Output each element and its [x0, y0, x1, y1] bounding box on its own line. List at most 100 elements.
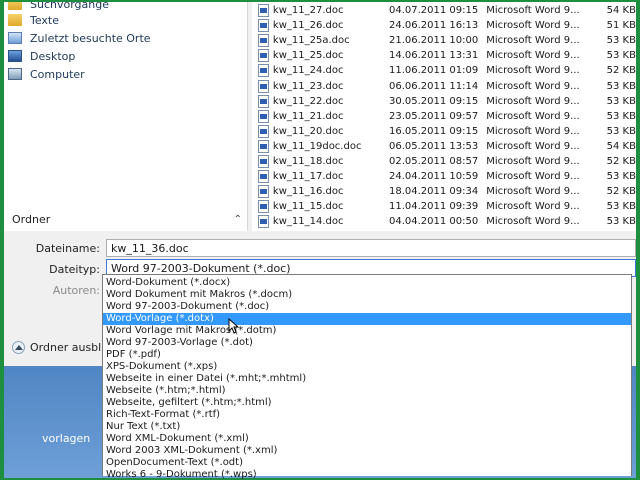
filetype-option[interactable]: Webseite (*.htm;*.html)	[103, 385, 631, 397]
word-document-icon	[258, 64, 269, 78]
filetype-option[interactable]: Rich-Text-Format (*.rtf)	[103, 409, 631, 421]
file-name: kw_11_15.doc	[272, 201, 344, 213]
file-row[interactable]: kw_11_25a.doc 21.06.2011 10:00 Microsoft W…	[252, 33, 636, 48]
filetype-option[interactable]: XPS-Dokument (*.xps)	[103, 361, 631, 373]
file-date: 04.04.2011 00:50	[388, 216, 479, 228]
file-date: 04.07.2011 09:15	[388, 5, 479, 16]
file-date: 16.05.2011 09:15	[388, 125, 479, 137]
file-name: kw_11_14.doc	[272, 216, 344, 228]
file-date: 06.05.2011 13:53	[388, 140, 479, 152]
nav-item-desktop[interactable]: Desktop	[8, 47, 75, 65]
search-folder-icon	[8, 2, 22, 10]
word-document-icon	[258, 34, 269, 48]
file-row[interactable]: kw_11_24.doc 11.06.2011 01:09 Microsoft Wo…	[252, 63, 636, 78]
file-date: 06.06.2011 11:14	[388, 80, 479, 92]
filetype-option[interactable]: Webseite in einer Datei (*.mht;*.mhtml)	[103, 373, 631, 385]
file-size: 52 KB	[606, 156, 636, 167]
word-document-icon	[258, 4, 269, 17]
file-type: Microsoft Word 9...	[486, 216, 580, 228]
file-row[interactable]: kw_11_16.doc 18.04.2011 09:34 Microsoft Wo…	[252, 184, 636, 199]
file-name: kw_11_22.doc	[272, 95, 344, 107]
nav-item-label: Suchvorgänge	[30, 2, 109, 11]
filetype-option[interactable]: Word 97-2003-Vorlage (*.dot)	[103, 337, 631, 349]
filetype-label: Dateityp:	[49, 263, 100, 276]
file-type: Microsoft Word 9...	[486, 50, 580, 62]
file-size: 54 KB	[606, 140, 636, 152]
filetype-option[interactable]: Word Vorlage mit Makros (*.dotm)	[103, 325, 631, 337]
word-document-icon	[258, 215, 269, 229]
file-size: 53 KB	[606, 216, 636, 228]
file-row[interactable]: kw_11_20.doc 16.05.2011 09:15 Microsoft Wo…	[252, 124, 636, 139]
file-name: kw_11_25a.doc	[272, 35, 350, 47]
file-name: kw_11_19doc.doc	[272, 140, 362, 152]
file-row[interactable]: kw_11_14.doc 04.04.2011 00:50 Microsoft Wo…	[252, 214, 636, 229]
filetype-option[interactable]: PDF (*.pdf)	[103, 349, 631, 361]
file-size: 53 KB	[606, 125, 636, 137]
file-row[interactable]: kw_11_25.doc 14.06.2011 13:31 Microsoft Wo…	[252, 48, 636, 63]
recent-places-icon	[8, 32, 22, 44]
filetype-option[interactable]: Word XML-Dokument (*.xml)	[103, 433, 631, 445]
filetype-option[interactable]: Word-Dokument (*.docx)	[103, 277, 631, 289]
vorlagen-label: vorlagen	[42, 432, 91, 445]
word-document-icon	[258, 185, 269, 199]
nav-item-label: Desktop	[30, 49, 76, 63]
file-size: 53 KB	[606, 35, 636, 47]
folder-icon	[8, 14, 22, 26]
collapse-up-icon	[12, 341, 25, 354]
file-name: kw_11_21.doc	[272, 110, 344, 122]
word-document-icon	[258, 124, 269, 138]
authors-label: Autoren:	[52, 284, 100, 297]
filetype-option[interactable]: Word 2003 XML-Dokument (*.xml)	[103, 445, 631, 457]
file-name: kw_11_18.doc	[272, 156, 344, 167]
file-size: 53 KB	[606, 110, 636, 122]
file-size: 53 KB	[606, 50, 636, 62]
file-name: kw_11_23.doc	[272, 80, 344, 92]
filetype-option[interactable]: OpenDocument-Text (*.odt)	[103, 457, 631, 469]
file-type: Microsoft Word 9...	[486, 35, 580, 47]
filetype-option[interactable]: Word-Vorlage (*.dotx)	[103, 313, 631, 325]
file-date: 02.05.2011 08:57	[388, 156, 479, 167]
filetype-option[interactable]: Works 6 - 9-Dokument (*.wps)	[103, 469, 631, 480]
file-size: 53 KB	[606, 95, 636, 107]
filetype-option[interactable]: Nur Text (*.txt)	[103, 421, 631, 433]
word-document-icon	[258, 109, 269, 123]
file-size: 51 KB	[606, 20, 636, 32]
file-row[interactable]: kw_11_17.doc 24.04.2011 10:59 Microsoft Wo…	[252, 169, 636, 184]
file-size: 53 KB	[606, 80, 636, 92]
file-row[interactable]: kw_11_23.doc 06.06.2011 11:14 Microsoft Wo…	[252, 79, 636, 94]
file-row[interactable]: kw_11_15.doc 11.04.2011 09:39 Microsoft Wo…	[252, 199, 636, 214]
navigation-pane: Suchvorgänge Texte Zuletzt besuchte Orte…	[4, 2, 248, 231]
file-list: kw_11_27.doc 04.07.2011 09:15 Microsoft Wo…	[252, 2, 636, 231]
filename-input[interactable]	[106, 239, 636, 257]
nav-item-recent-places[interactable]: Zuletzt besuchte Orte	[8, 29, 151, 47]
nav-item-label: Texte	[30, 13, 60, 27]
file-date: 11.04.2011 09:39	[388, 201, 479, 213]
nav-item-label: Computer	[30, 67, 85, 81]
word-document-icon	[258, 94, 269, 108]
filetype-option[interactable]: Word Dokument mit Makros (*.docm)	[103, 289, 631, 301]
file-type: Microsoft Word 9...	[486, 186, 580, 198]
folders-toggle[interactable]: Ordner ⌃	[4, 208, 248, 231]
filetype-option[interactable]: Word 97-2003-Dokument (*.doc)	[103, 301, 631, 313]
file-size: 54 KB	[606, 5, 636, 16]
word-document-icon	[258, 19, 269, 33]
word-document-icon	[258, 155, 269, 168]
word-document-icon	[258, 139, 269, 153]
filetype-option[interactable]: Webseite, gefiltert (*.htm;*.html)	[103, 397, 631, 409]
file-row[interactable]: kw_11_18.doc 02.05.2011 08:57 Microsoft Wo…	[252, 154, 636, 169]
word-document-icon	[258, 170, 269, 184]
file-size: 53 KB	[606, 201, 636, 213]
nav-item-texte[interactable]: Texte	[8, 11, 59, 29]
filetype-dropdown-list: Word-Dokument (*.docx) Word Dokument mit …	[102, 274, 632, 480]
filename-label: Dateiname:	[35, 242, 100, 255]
file-row[interactable]: kw_11_26.doc 24.06.2011 16:13 Microsoft Wo…	[252, 18, 636, 33]
nav-item-computer[interactable]: Computer	[8, 65, 85, 83]
file-row[interactable]: kw_11_19doc.doc 06.05.2011 13:53 Microsoft…	[252, 139, 636, 154]
file-row[interactable]: kw_11_27.doc 04.07.2011 09:15 Microsoft Wo…	[252, 3, 636, 18]
file-type: Microsoft Word 9...	[486, 156, 580, 167]
file-row[interactable]: kw_11_21.doc 23.05.2011 09:57 Microsoft Wo…	[252, 109, 636, 124]
file-size: 53 KB	[606, 171, 636, 183]
file-type: Microsoft Word 9...	[486, 140, 580, 152]
file-name: kw_11_20.doc	[272, 125, 344, 137]
file-row[interactable]: kw_11_22.doc 30.05.2011 09:15 Microsoft Wo…	[252, 94, 636, 109]
